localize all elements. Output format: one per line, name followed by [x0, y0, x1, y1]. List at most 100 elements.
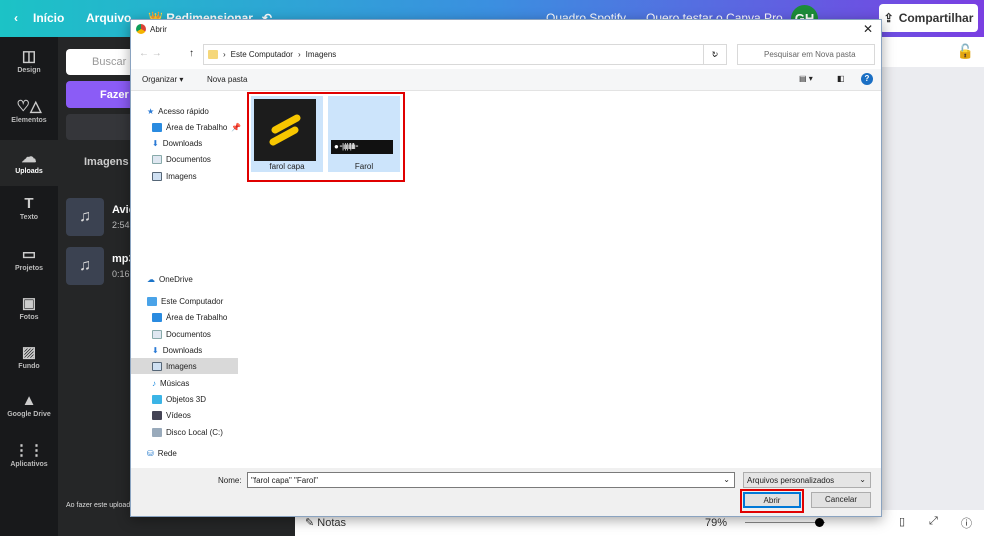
filename-label: Nome:	[218, 476, 242, 485]
nav-label: OneDrive	[159, 274, 193, 284]
preview-pane-icon[interactable]: ◧	[837, 74, 845, 83]
search-folder-input[interactable]: Pesquisar em Nova pasta	[737, 44, 875, 65]
nav-pictures[interactable]: Imagens	[152, 168, 197, 184]
download-icon: ⬇	[152, 345, 159, 355]
audio-duration: 2:54	[112, 220, 130, 230]
nav-label: Imagens	[166, 361, 197, 371]
file-list: farol capa ● ⁃|ı|ı|ıl|ıllı⁃ Farol	[241, 92, 881, 468]
breadcrumb-item[interactable]: Imagens	[306, 50, 337, 59]
nav-3d-objects[interactable]: Objetos 3D	[152, 391, 206, 407]
rail-photos[interactable]: ▣ Fotos	[0, 294, 58, 321]
music-note-icon[interactable]: ♫	[66, 247, 104, 285]
cloud-icon: ☁	[147, 274, 155, 284]
zoom-value: 79%	[705, 517, 728, 529]
rail-google-drive[interactable]: ▲ Google Drive	[0, 392, 58, 418]
cancel-button[interactable]: Cancelar	[811, 492, 871, 508]
audio-duration: 0:16	[112, 269, 130, 279]
rail-elements[interactable]: ♡△ Elementos	[0, 97, 58, 124]
nav-documents[interactable]: Documentos	[152, 326, 211, 342]
nav-pictures-selected[interactable]: Imagens	[131, 358, 238, 374]
nav-documents[interactable]: Documentos	[152, 151, 211, 167]
document-icon	[152, 154, 162, 164]
download-icon: ⬇	[152, 138, 159, 148]
rail-label: Google Drive	[7, 411, 51, 418]
rail-background[interactable]: ▨ Fundo	[0, 343, 58, 370]
open-button[interactable]: Abrir	[743, 492, 801, 508]
notes-button[interactable]: ✎ Notas	[305, 516, 346, 529]
folder-icon: ▭	[21, 246, 37, 263]
file-type-select[interactable]: Arquivos personalizados ⌄	[743, 472, 871, 488]
nav-onedrive[interactable]: ☁ OneDrive	[147, 271, 193, 287]
rail-text[interactable]: T Texto	[0, 195, 58, 221]
side-rail: ◫ Design ♡△ Elementos ☁ Uploads T Texto ▭ Pro…	[0, 37, 58, 536]
nav-quick-access[interactable]: ★ Acesso rápido	[147, 103, 209, 119]
rail-apps[interactable]: ⋮⋮ Aplicativos	[0, 441, 58, 468]
file-menu[interactable]: Arquivo	[86, 11, 131, 25]
help-icon[interactable]: ⓘ	[961, 515, 972, 531]
nav-downloads[interactable]: ⬇ Downloads	[152, 135, 202, 151]
file-type-value: Arquivos personalizados	[747, 476, 835, 485]
rail-uploads[interactable]: ☁ Uploads	[0, 140, 58, 186]
chevron-down-icon[interactable]: ⌄	[723, 475, 730, 484]
view-options-icon[interactable]: ▤ ▾	[799, 74, 813, 83]
home-link[interactable]: Início	[33, 11, 64, 25]
breadcrumb-item[interactable]: Este Computador	[231, 50, 293, 59]
fullscreen-icon[interactable]: ⤢	[929, 515, 938, 528]
nav-label: Documentos	[166, 154, 211, 164]
refresh-icon[interactable]: ↻	[703, 44, 727, 65]
apps-icon: ⋮⋮	[14, 442, 44, 459]
share-button[interactable]: ⇪ Compartilhar	[879, 4, 978, 32]
cloud-upload-icon: ☁	[21, 149, 37, 166]
filename-value: "farol capa" "Farol"	[251, 476, 318, 485]
zoom-slider[interactable]	[745, 518, 825, 527]
close-icon[interactable]: ✕	[863, 22, 873, 36]
file-item[interactable]: farol capa	[251, 96, 323, 172]
up-arrow-icon[interactable]: ↑	[189, 48, 194, 59]
dialog-titlebar: Abrir	[136, 24, 167, 34]
rail-projects[interactable]: ▭ Projetos	[0, 245, 58, 272]
zoom-slider-thumb[interactable]	[815, 518, 824, 527]
nav-label: Músicas	[160, 378, 190, 388]
rail-label: Fotos	[19, 314, 39, 321]
nav-label: Área de Trabalho	[166, 312, 228, 322]
dialog-footer: Nome: "farol capa" "Farol" ⌄ Arquivos per…	[131, 468, 881, 516]
canvas-toolbar: 🔓	[882, 37, 984, 67]
image-icon: ▣	[21, 295, 37, 312]
nav-label: Imagens	[166, 171, 197, 181]
pages-icon[interactable]: ▯	[899, 515, 905, 528]
rail-design[interactable]: ◫ Design	[0, 47, 58, 74]
music-icon: ♪	[152, 378, 156, 388]
nav-label: Downloads	[162, 138, 203, 148]
nav-videos[interactable]: Vídeos	[152, 407, 191, 423]
back-icon[interactable]: ‹	[14, 11, 18, 25]
nav-desktop[interactable]: Área de Trabalho 📌	[152, 119, 241, 135]
pattern-icon: ▨	[21, 344, 37, 361]
filename-input[interactable]: "farol capa" "Farol" ⌄	[247, 472, 735, 488]
back-arrow-icon[interactable]: ← →	[139, 48, 162, 59]
file-name: farol capa	[269, 162, 305, 171]
lock-icon[interactable]: 🔓	[957, 43, 974, 60]
nav-this-pc[interactable]: Este Computador	[147, 293, 223, 309]
chevron-down-icon[interactable]: ⌄	[859, 475, 866, 484]
file-item[interactable]: ● ⁃|ı|ı|ıl|ıllı⁃ Farol	[328, 96, 400, 172]
help-icon[interactable]: ?	[861, 73, 873, 85]
address-bar[interactable]: › Este Computador › Imagens ⌄	[203, 44, 727, 65]
organize-label: Organizar	[142, 75, 178, 84]
nav-network[interactable]: ⛁ Rede	[147, 445, 177, 461]
star-icon: ★	[147, 106, 155, 116]
folder-icon	[208, 50, 218, 59]
music-note-icon[interactable]: ♫	[66, 198, 104, 236]
new-folder-button[interactable]: Nova pasta	[207, 75, 247, 84]
nav-local-disk[interactable]: Disco Local (C:)	[152, 424, 223, 440]
computer-icon	[147, 296, 157, 306]
nav-desktop[interactable]: Área de Trabalho	[152, 309, 227, 325]
nav-label: Rede	[157, 448, 177, 458]
organize-menu[interactable]: Organizar ▾	[142, 75, 183, 84]
tab-images[interactable]: Imagens	[84, 156, 129, 168]
nav-music[interactable]: ♪ Músicas	[152, 375, 189, 391]
nav-downloads[interactable]: ⬇ Downloads	[152, 342, 202, 358]
pictures-icon	[152, 171, 162, 181]
nav-label: Acesso rápido	[158, 106, 209, 116]
shapes-icon: ♡△	[16, 98, 42, 115]
video-icon	[152, 410, 162, 420]
